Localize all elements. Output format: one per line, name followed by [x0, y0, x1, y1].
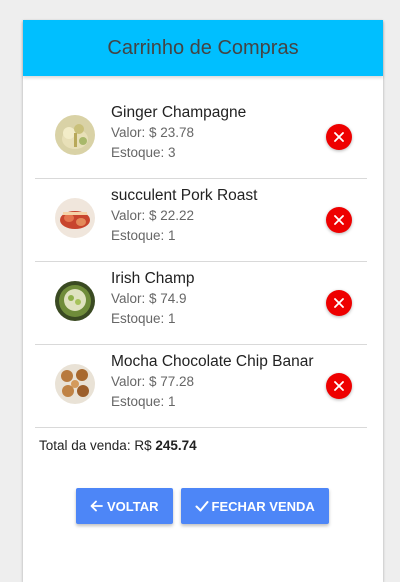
item-info: Ginger Champagne Valor: $ 23.78 Estoque:… — [111, 102, 246, 163]
remove-item-button[interactable] — [326, 207, 352, 233]
cart-card: Carrinho de Compras Ginger Champagne Val… — [23, 20, 383, 582]
close-icon — [334, 132, 344, 142]
item-price: Valor: $ 23.78 — [111, 125, 195, 140]
total-value: 245.74 — [155, 438, 197, 453]
list-item: Mocha Chocolate Chip Banar Valor: $ 77.2… — [35, 345, 367, 428]
close-icon — [334, 381, 344, 391]
item-stock: Estoque: 1 — [111, 394, 176, 409]
close-sale-button-label: FECHAR VENDA — [211, 498, 315, 514]
close-icon — [334, 298, 344, 308]
back-button-label: VOLTAR — [107, 498, 159, 514]
item-stock: Estoque: 3 — [111, 145, 176, 160]
item-name: succulent Pork Roast — [111, 187, 258, 204]
product-image-champagne — [55, 115, 95, 155]
item-stock: Estoque: 1 — [111, 311, 176, 326]
item-info: Irish Champ Valor: $ 74.9 Estoque: 1 — [111, 268, 195, 329]
sale-total: Total da venda: R$ 245.74 — [39, 438, 197, 453]
product-image-muffins — [55, 364, 95, 404]
item-info: succulent Pork Roast Valor: $ 22.22 Esto… — [111, 185, 257, 246]
cart-list: Ginger Champagne Valor: $ 23.78 Estoque:… — [23, 96, 383, 428]
list-item: Ginger Champagne Valor: $ 23.78 Estoque:… — [35, 96, 367, 179]
item-price: Valor: $ 74.9 — [111, 291, 187, 306]
remove-item-button[interactable] — [326, 373, 352, 399]
list-item: Irish Champ Valor: $ 74.9 Estoque: 1 — [35, 262, 367, 345]
product-image-pork-roast — [55, 198, 95, 238]
back-button[interactable]: VOLTAR — [76, 488, 173, 524]
check-icon — [195, 501, 209, 512]
app-header: Carrinho de Compras — [23, 20, 383, 76]
item-name: Mocha Chocolate Chip Banar — [111, 353, 314, 370]
item-name: Irish Champ — [111, 270, 195, 287]
close-icon — [334, 215, 344, 225]
remove-item-button[interactable] — [326, 124, 352, 150]
page-title: Carrinho de Compras — [107, 36, 299, 59]
item-stock: Estoque: 1 — [111, 228, 176, 243]
remove-item-button[interactable] — [326, 290, 352, 316]
item-info: Mocha Chocolate Chip Banar Valor: $ 77.2… — [111, 351, 313, 412]
list-item: succulent Pork Roast Valor: $ 22.22 Esto… — [35, 179, 367, 262]
item-price: Valor: $ 77.28 — [111, 374, 195, 389]
item-name: Ginger Champagne — [111, 104, 247, 121]
close-sale-button[interactable]: FECHAR VENDA — [180, 488, 329, 524]
total-label: Total da venda: R$ — [39, 438, 152, 453]
product-image-irish-champ — [55, 281, 95, 321]
item-price: Valor: $ 22.22 — [111, 208, 195, 223]
arrow-left-icon — [90, 500, 103, 512]
action-buttons: VOLTAR FECHAR VENDA — [76, 488, 329, 524]
